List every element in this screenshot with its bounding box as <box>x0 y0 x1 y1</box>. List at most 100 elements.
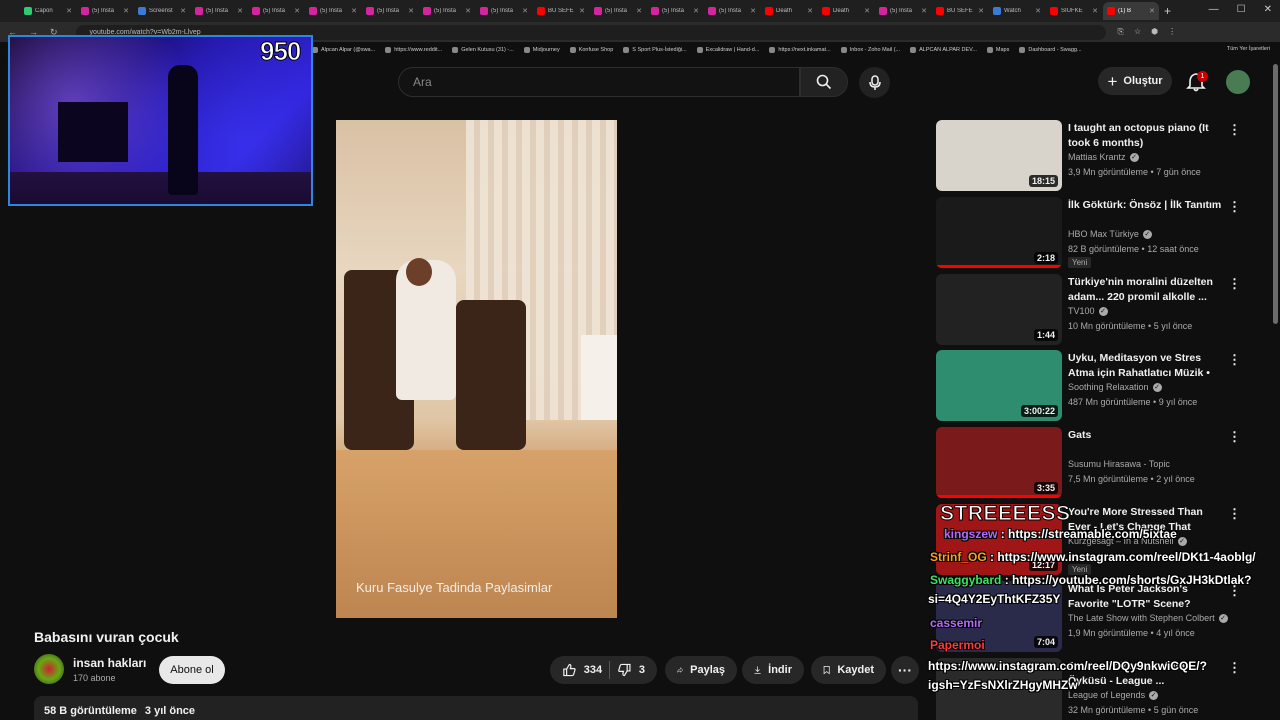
recommendation-channel[interactable]: The Late Show with Stephen Colbert ✓ <box>1068 613 1228 624</box>
kebab-menu-icon[interactable]: ⋮ <box>1228 660 1241 676</box>
browser-tab[interactable]: (5) Insta ✕ <box>248 2 304 20</box>
tab-close-icon[interactable]: ✕ <box>522 7 528 15</box>
browser-tab[interactable]: Capon ✕ <box>20 2 76 20</box>
browser-tab[interactable]: (5) Insta ✕ <box>704 2 760 20</box>
browser-tab[interactable]: Screenst ✕ <box>134 2 190 20</box>
recommendation-item[interactable]: 3:00:22 Uyku, Meditasyon ve Stres Atma iç… <box>936 350 1246 422</box>
browser-tab[interactable]: Watch ✕ <box>989 2 1045 20</box>
channel-avatar[interactable] <box>34 654 64 684</box>
browser-tab[interactable]: (5) Insta ✕ <box>476 2 532 20</box>
recommendation-thumbnail[interactable]: 3:00:22 <box>936 350 1062 421</box>
minimize-icon[interactable]: — <box>1209 4 1219 15</box>
search-button[interactable] <box>800 67 848 97</box>
browser-tab[interactable]: BU SEFE ✕ <box>932 2 988 20</box>
recommendation-channel[interactable]: Soothing Relaxation ✓ <box>1068 382 1162 393</box>
recommendation-channel[interactable]: Mattias Krantz ✓ <box>1068 152 1139 163</box>
browser-tab[interactable]: (5) Insta ✕ <box>875 2 931 20</box>
description-box[interactable]: 58 B görüntüleme 3 yıl önce <box>34 696 918 720</box>
bookmark-item[interactable]: S Sport Plus-İstediği... <box>623 47 687 53</box>
browser-tab[interactable]: (5) Insta ✕ <box>191 2 247 20</box>
share-button[interactable]: Paylaş <box>665 656 737 684</box>
bookmark-item[interactable]: Inbox - Zoho Mail (... <box>840 47 900 53</box>
search-input[interactable] <box>413 75 799 89</box>
tab-close-icon[interactable]: ✕ <box>1149 7 1155 15</box>
recommendation-channel[interactable]: League of Legends ✓ <box>1068 690 1159 701</box>
bookmark-item[interactable]: Gelen Kutusu (31) -... <box>452 47 514 53</box>
tab-close-icon[interactable]: ✕ <box>693 7 699 15</box>
tab-close-icon[interactable]: ✕ <box>351 7 357 15</box>
bookmark-item[interactable]: Excalidraw | Hand-d... <box>696 47 759 53</box>
download-button[interactable]: İndir <box>742 656 804 684</box>
browser-tab[interactable]: (5) Insta ✕ <box>77 2 133 20</box>
save-button[interactable]: Kaydet <box>811 656 886 684</box>
recommendation-channel[interactable]: HBO Max Türkiye ✓ <box>1068 229 1152 240</box>
tab-close-icon[interactable]: ✕ <box>123 7 129 15</box>
new-tab-icon[interactable]: + <box>1164 4 1171 18</box>
recommendation-title[interactable]: İlk Göktürk: Önsöz | İlk Tanıtım <box>1068 198 1224 213</box>
kebab-menu-icon[interactable]: ⋮ <box>1228 506 1241 522</box>
tab-close-icon[interactable]: ✕ <box>465 7 471 15</box>
tab-close-icon[interactable]: ✕ <box>294 7 300 15</box>
create-button[interactable]: + Oluştur <box>1098 67 1172 95</box>
recommendation-thumbnail[interactable]: 18:15 <box>936 120 1062 191</box>
browser-tab[interactable]: Death ✕ <box>818 2 874 20</box>
like-count[interactable]: 334 <box>584 664 602 676</box>
recommendation-title[interactable]: I taught an octopus piano (It took 6 mon… <box>1068 121 1224 151</box>
browser-tab[interactable]: (5) Insta ✕ <box>305 2 361 20</box>
bookmark-item[interactable]: Midjourney <box>523 47 560 53</box>
browser-tab[interactable]: Death ✕ <box>761 2 817 20</box>
install-icon[interactable]: ⎘ <box>1118 27 1124 37</box>
browser-tab[interactable]: (5) Insta ✕ <box>362 2 418 20</box>
tab-close-icon[interactable]: ✕ <box>579 7 585 15</box>
kebab-menu-icon[interactable]: ⋮ <box>1228 429 1241 445</box>
tab-close-icon[interactable]: ✕ <box>408 7 414 15</box>
recommendation-item[interactable]: 18:15 I taught an octopus piano (It took … <box>936 120 1246 192</box>
bookmark-item[interactable]: Dashboard - Swagg... <box>1019 47 1082 53</box>
browser-tab[interactable]: SIUFKE ✕ <box>1046 2 1102 20</box>
close-window-icon[interactable]: ✕ <box>1264 4 1272 15</box>
kebab-menu-icon[interactable]: ⋮ <box>1228 276 1241 292</box>
recommendation-channel[interactable]: TV100 ✓ <box>1068 306 1108 317</box>
more-actions-button[interactable]: ··· <box>891 656 919 684</box>
thumbs-down-icon[interactable] <box>617 662 632 678</box>
bookmark-item[interactable]: https://www.reddit... <box>385 47 442 53</box>
recommendation-thumbnail[interactable]: 3:35 <box>936 427 1062 498</box>
kebab-menu-icon[interactable]: ⋮ <box>1228 122 1241 138</box>
extensions-icon[interactable]: ⬢ <box>1151 27 1158 37</box>
kebab-menu-icon[interactable]: ⋮ <box>1228 199 1241 215</box>
browser-tab[interactable]: (5) Insta ✕ <box>419 2 475 20</box>
tab-close-icon[interactable]: ✕ <box>636 7 642 15</box>
voice-search-button[interactable] <box>859 67 890 98</box>
tab-close-icon[interactable]: ✕ <box>750 7 756 15</box>
all-bookmarks[interactable]: Tüm Yer İşaretleri <box>1227 46 1270 52</box>
tab-close-icon[interactable]: ✕ <box>180 7 186 15</box>
maximize-icon[interactable]: ☐ <box>1237 4 1246 15</box>
browser-tab[interactable]: BU SEFE ✕ <box>533 2 589 20</box>
recommendation-title[interactable]: Uyku, Meditasyon ve Stres Atma için Raha… <box>1068 351 1224 381</box>
thumbs-up-icon[interactable] <box>562 662 577 678</box>
browser-tab[interactable]: (1) B ✕ <box>1103 2 1159 20</box>
video-player[interactable]: Kuru Fasulye Tadinda Paylasimlar <box>336 120 617 618</box>
subscribe-button[interactable]: Abone ol <box>159 656 225 684</box>
channel-name[interactable]: insan hakları <box>73 656 146 670</box>
menu-icon[interactable]: ⋮ <box>1168 27 1176 37</box>
bookmark-item[interactable]: Konfuse Shop <box>569 47 613 53</box>
tab-close-icon[interactable]: ✕ <box>864 7 870 15</box>
tab-close-icon[interactable]: ✕ <box>237 7 243 15</box>
browser-tab[interactable]: (5) Insta ✕ <box>590 2 646 20</box>
bookmark-item[interactable]: Alpcan Alpar (@swa... <box>312 47 375 53</box>
page-scrollbar[interactable] <box>1273 64 1278 324</box>
recommendation-channel[interactable]: Susumu Hirasawa - Topic <box>1068 459 1170 469</box>
recommendation-thumbnail[interactable]: 2:18 <box>936 197 1062 268</box>
recommendation-title[interactable]: Gats <box>1068 428 1224 443</box>
tab-close-icon[interactable]: ✕ <box>807 7 813 15</box>
tab-close-icon[interactable]: ✕ <box>921 7 927 15</box>
recommendation-item[interactable]: 2:18 İlk Göktürk: Önsöz | İlk Tanıtım HBO … <box>936 197 1246 269</box>
tab-close-icon[interactable]: ✕ <box>1035 7 1041 15</box>
kebab-menu-icon[interactable]: ⋮ <box>1228 352 1241 368</box>
star-icon[interactable]: ☆ <box>1134 27 1141 37</box>
recommendation-item[interactable]: 1:44 Türkiye'nin moralini düzelten adam..… <box>936 274 1246 346</box>
recommendation-title[interactable]: Türkiye'nin moralini düzelten adam... 22… <box>1068 275 1224 305</box>
tab-close-icon[interactable]: ✕ <box>978 7 984 15</box>
bookmark-item[interactable]: ALPCAN ALPAR DEV... <box>910 47 977 53</box>
